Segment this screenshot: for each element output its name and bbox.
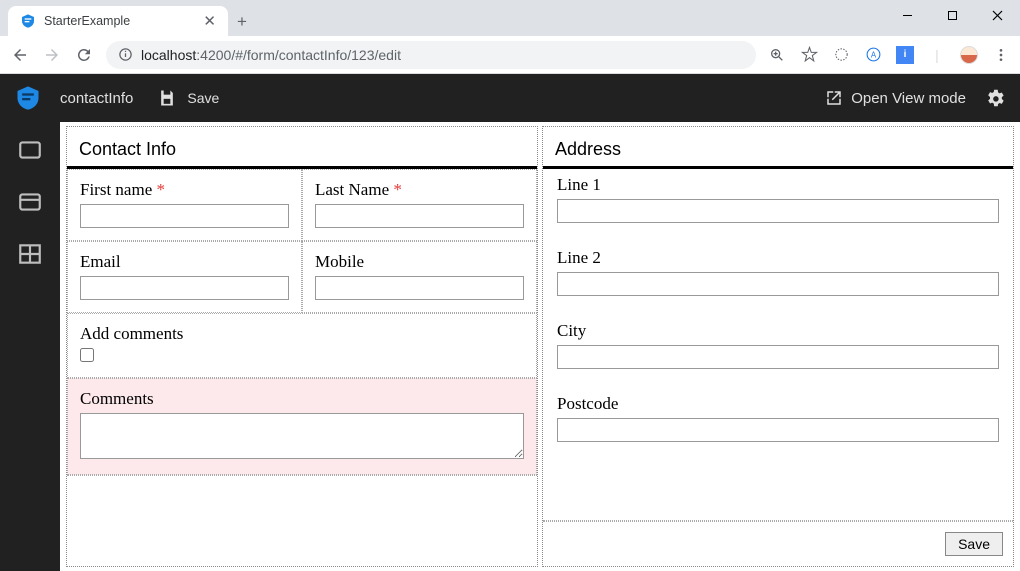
extension-a-icon[interactable]: A xyxy=(864,46,882,64)
app-title: contactInfo xyxy=(60,90,133,107)
browser-tab[interactable]: StarterExample ✕ xyxy=(8,6,228,36)
address-panel: Address Line 1 Line 2 City Postcode xyxy=(542,126,1014,567)
address-heading: Address xyxy=(543,127,1013,169)
url-text: localhost:4200/#/form/contactInfo/123/ed… xyxy=(141,47,401,63)
last-name-label: Last Name * xyxy=(315,180,524,200)
bookmark-star-icon[interactable] xyxy=(800,46,818,64)
window-maximize[interactable] xyxy=(930,0,975,30)
workspace: Contact Info First name * Last Name * Em… xyxy=(60,122,1020,571)
divider: | xyxy=(928,46,946,64)
save-icon xyxy=(157,88,177,108)
add-comments-label: Add comments xyxy=(80,324,524,344)
line2-label: Line 2 xyxy=(557,248,999,268)
toolbar-save-button[interactable]: Save xyxy=(157,88,219,108)
line2-input[interactable] xyxy=(557,272,999,296)
gear-icon[interactable] xyxy=(984,87,1006,109)
external-link-icon xyxy=(825,89,843,107)
left-rail xyxy=(0,122,60,571)
new-tab-button[interactable]: + xyxy=(228,8,256,36)
line1-input[interactable] xyxy=(557,199,999,223)
last-name-input[interactable] xyxy=(315,204,524,228)
open-view-label: Open View mode xyxy=(851,90,966,107)
reload-button[interactable] xyxy=(74,45,94,65)
add-comments-checkbox[interactable] xyxy=(80,348,94,362)
mobile-label: Mobile xyxy=(315,252,524,272)
postcode-label: Postcode xyxy=(557,394,999,414)
app-header: contactInfo Save Open View mode xyxy=(0,74,1020,122)
comments-label: Comments xyxy=(80,389,524,409)
tab-close-icon[interactable]: ✕ xyxy=(203,12,216,30)
save-button[interactable]: Save xyxy=(945,532,1003,556)
contact-info-panel: Contact Info First name * Last Name * Em… xyxy=(66,126,538,567)
email-input[interactable] xyxy=(80,276,289,300)
rail-window-icon[interactable] xyxy=(14,134,46,166)
extension-circle-icon[interactable] xyxy=(832,46,850,64)
address-bar[interactable]: localhost:4200/#/form/contactInfo/123/ed… xyxy=(106,41,756,69)
window-close[interactable] xyxy=(975,0,1020,30)
comments-textarea[interactable] xyxy=(80,413,524,459)
extension-square-icon[interactable]: i xyxy=(896,46,914,64)
app-logo-icon xyxy=(14,84,42,112)
first-name-input[interactable] xyxy=(80,204,289,228)
postcode-input[interactable] xyxy=(557,418,999,442)
back-button[interactable] xyxy=(10,45,30,65)
favicon-icon xyxy=(20,13,36,29)
rail-panel-icon[interactable] xyxy=(14,186,46,218)
contact-info-heading: Contact Info xyxy=(67,127,537,169)
profile-avatar[interactable] xyxy=(960,46,978,64)
window-minimize[interactable] xyxy=(885,0,930,30)
forward-button[interactable] xyxy=(42,45,62,65)
city-label: City xyxy=(557,321,999,341)
first-name-label: First name * xyxy=(80,180,289,200)
svg-text:A: A xyxy=(870,50,876,59)
email-label: Email xyxy=(80,252,289,272)
browser-chrome: StarterExample ✕ + localhost:4200/#/form… xyxy=(0,0,1020,74)
info-icon xyxy=(118,47,133,62)
line1-label: Line 1 xyxy=(557,175,999,195)
tab-title: StarterExample xyxy=(44,14,195,28)
kebab-menu-icon[interactable] xyxy=(992,46,1010,64)
zoom-icon[interactable] xyxy=(768,46,786,64)
toolbar-save-label: Save xyxy=(187,90,219,106)
city-input[interactable] xyxy=(557,345,999,369)
open-view-mode-button[interactable]: Open View mode xyxy=(825,89,966,107)
rail-grid-icon[interactable] xyxy=(14,238,46,270)
mobile-input[interactable] xyxy=(315,276,524,300)
